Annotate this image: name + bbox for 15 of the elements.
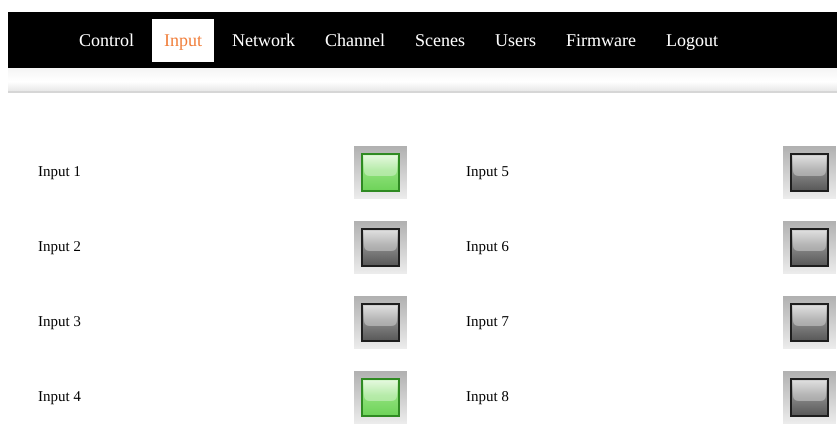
nav-tab[interactable]: Users	[482, 18, 548, 62]
nav-tab[interactable]: Channel	[313, 18, 397, 62]
input-label: Input 6	[466, 239, 509, 256]
input-label: Input 7	[466, 314, 509, 331]
input-label: Input 4	[38, 389, 81, 406]
input-label: Input 2	[38, 239, 81, 256]
nav-tab[interactable]: Control	[67, 18, 146, 62]
nav-tab[interactable]: Firmware	[554, 18, 648, 62]
input-label: Input 8	[466, 389, 509, 406]
nav-tab[interactable]: Logout	[654, 18, 730, 62]
input-label: Input 5	[466, 164, 509, 181]
input-label: Input 3	[38, 314, 81, 331]
nav-tab[interactable]: Network	[220, 18, 307, 62]
input-label: Input 1	[38, 164, 81, 181]
nav-tab[interactable]: Scenes	[403, 18, 477, 62]
